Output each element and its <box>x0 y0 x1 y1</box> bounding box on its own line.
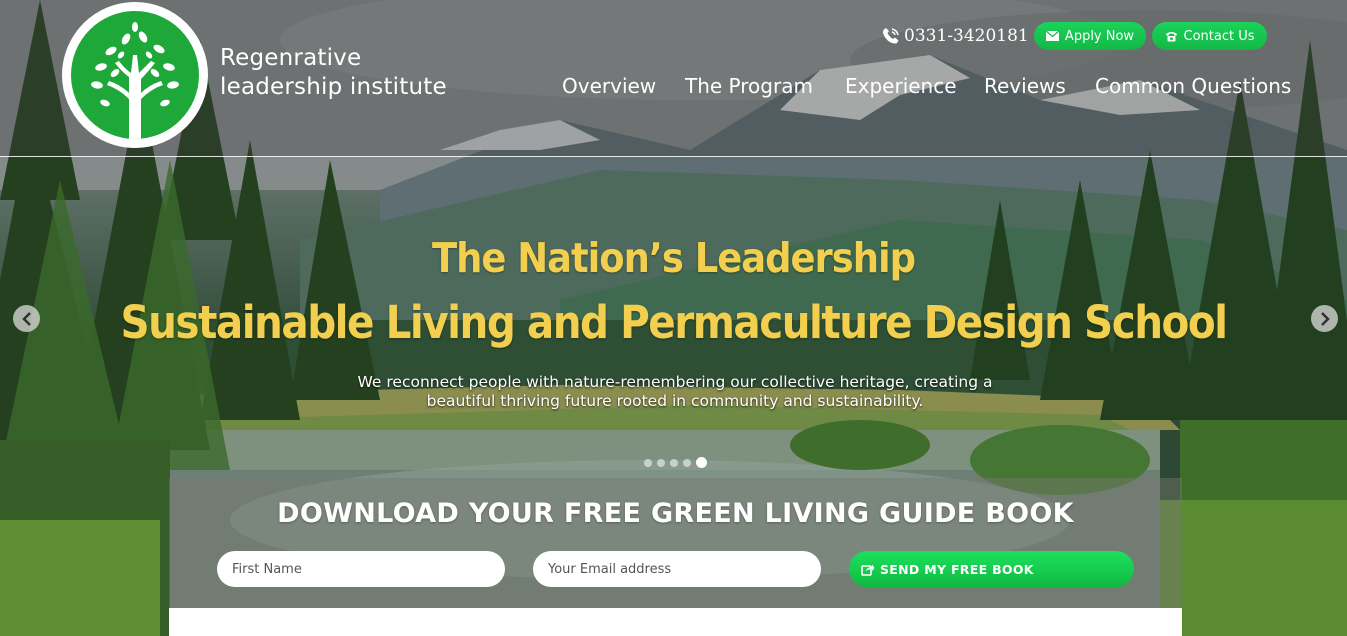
hero-subtitle: We reconnect people with nature-remember… <box>357 373 993 410</box>
send-free-book-label: SEND MY FREE BOOK <box>880 561 1034 577</box>
telephone-icon <box>1165 32 1177 42</box>
carousel-dot-3[interactable] <box>670 458 678 467</box>
email-input[interactable] <box>533 551 821 587</box>
carousel-dot-2[interactable] <box>657 458 665 467</box>
carousel-next-button[interactable] <box>1311 305 1338 332</box>
nav-experience[interactable]: Experience <box>845 74 957 102</box>
form-title: DOWNLOAD YOUR FREE GREEN LIVING GUIDE BO… <box>277 498 1074 529</box>
carousel-dot-4[interactable] <box>683 458 691 467</box>
carousel-dot-5[interactable] <box>696 457 707 468</box>
nav-overview[interactable]: Overview <box>562 74 656 102</box>
send-free-book-button[interactable]: SEND MY FREE BOOK <box>849 551 1134 587</box>
chevron-left-icon <box>21 311 31 326</box>
phone-number[interactable]: 0331-3420181 <box>882 26 1029 46</box>
brand-name[interactable]: Regenrative leadership institute <box>220 44 447 102</box>
apply-now-button[interactable]: Apply Now <box>1034 22 1146 50</box>
carousel-dot-1[interactable] <box>644 458 652 467</box>
phone-number-text: 0331-3420181 <box>904 26 1029 46</box>
share-icon <box>861 564 875 576</box>
carousel-prev-button[interactable] <box>13 305 40 332</box>
first-name-input[interactable] <box>217 551 505 587</box>
brand-line-2: leadership institute <box>220 74 447 100</box>
envelope-icon <box>1045 31 1059 41</box>
nav-reviews[interactable]: Reviews <box>984 74 1066 102</box>
chevron-right-icon <box>1320 311 1330 326</box>
brand-line-1: Regenrative <box>220 45 362 71</box>
contact-us-label: Contact Us <box>1183 28 1255 44</box>
phone-icon <box>883 28 899 44</box>
nav-common-questions[interactable]: Common Questions <box>1095 74 1291 102</box>
tree-logo-icon <box>71 11 199 139</box>
content-section-top <box>169 608 1182 636</box>
hero-title-line-2: Sustainable Living and Permaculture Desi… <box>120 296 1228 349</box>
logo[interactable] <box>62 2 208 148</box>
hero-title-line-1: The Nation’s Leadership <box>431 234 916 282</box>
contact-us-button[interactable]: Contact Us <box>1152 22 1267 50</box>
guide-book-form: DOWNLOAD YOUR FREE GREEN LIVING GUIDE BO… <box>169 478 1182 608</box>
nav-the-program[interactable]: The Program <box>685 74 813 102</box>
carousel-indicators <box>644 457 707 468</box>
apply-now-label: Apply Now <box>1064 28 1135 44</box>
